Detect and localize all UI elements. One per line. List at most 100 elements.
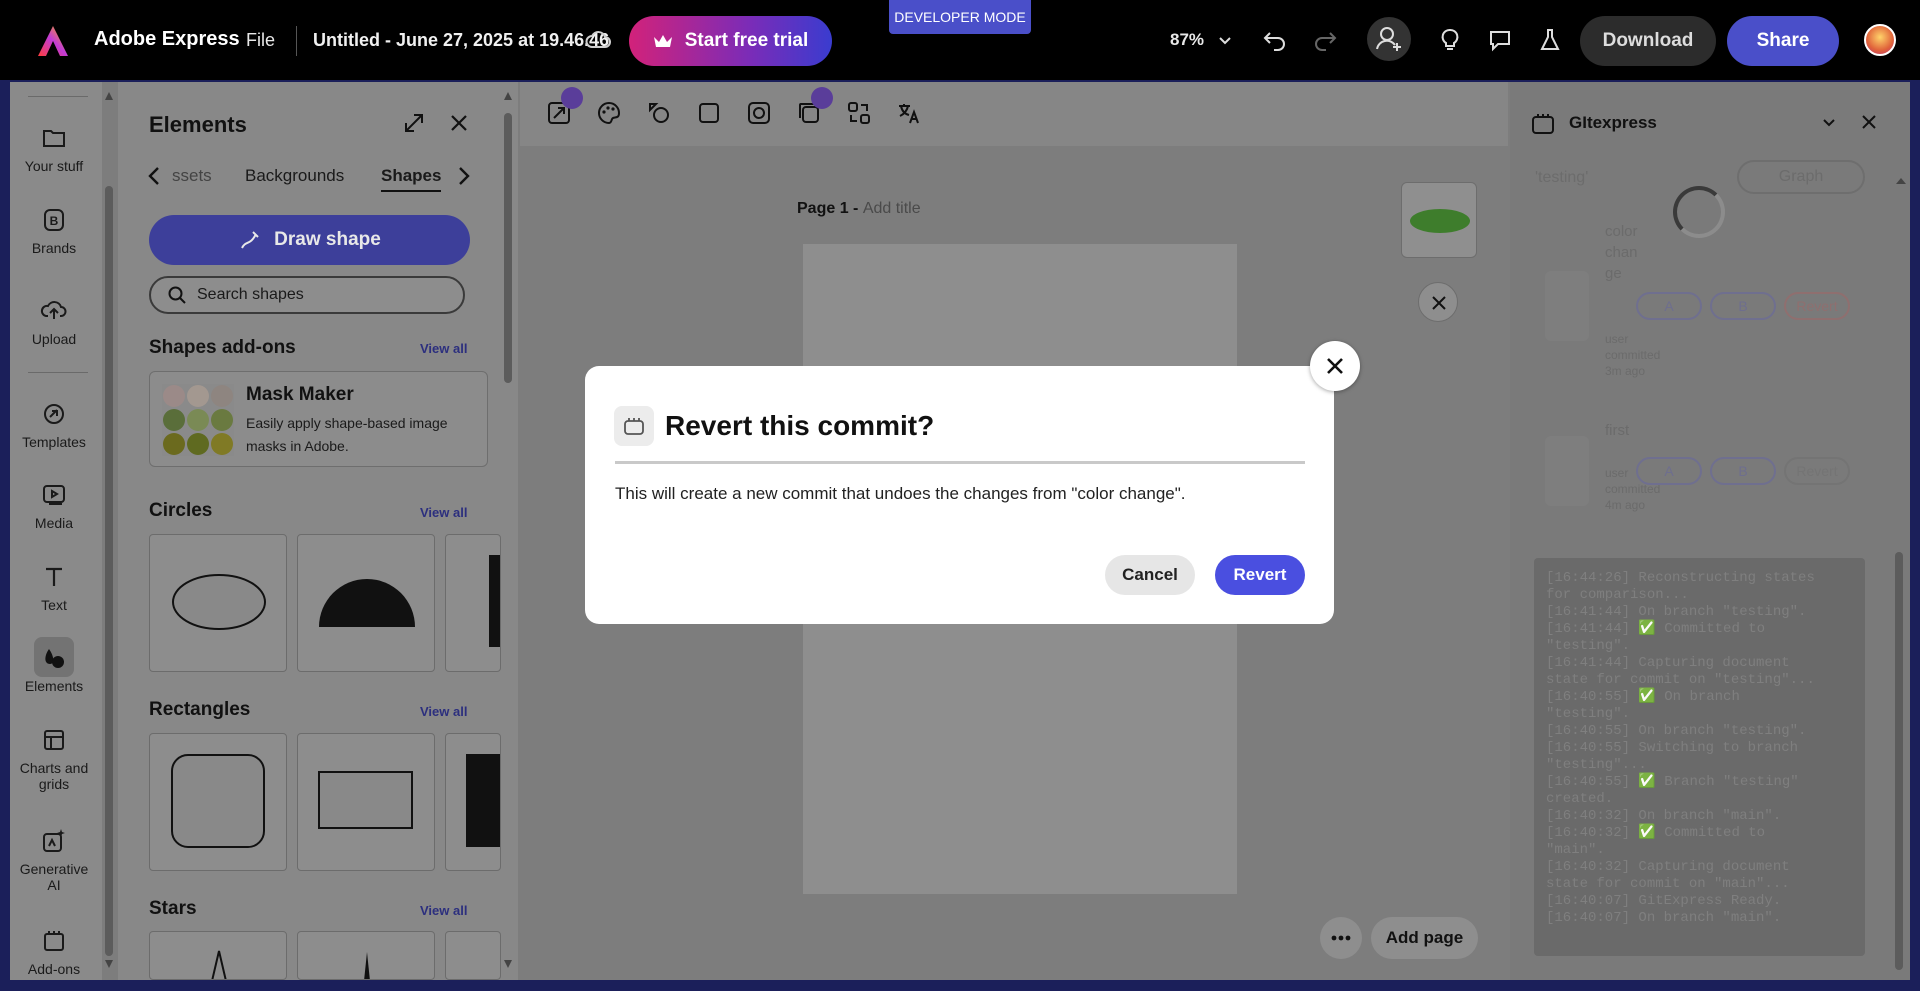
log-line: [16:40:32] On branch "main".: [1546, 808, 1782, 824]
activity-log: [16:44:26] Reconstructing states for com…: [1534, 558, 1865, 956]
start-free-trial-button[interactable]: Start free trial: [629, 16, 832, 66]
view-all-link[interactable]: View all: [420, 903, 467, 918]
scroll-up-icon[interactable]: [1895, 175, 1907, 187]
close-icon[interactable]: [1859, 112, 1879, 132]
rail-item-templates[interactable]: Templates: [10, 400, 98, 450]
compare-a-button[interactable]: A: [1636, 457, 1702, 485]
rectangle-shape-icon: [318, 771, 413, 829]
rail-item-charts-and-grids[interactable]: Charts and grids: [10, 726, 98, 792]
rail-label: Generative AI: [19, 861, 89, 893]
lightbulb-icon[interactable]: [1435, 25, 1465, 55]
compare-b-button[interactable]: B: [1710, 457, 1776, 485]
draw-shape-button[interactable]: Draw shape: [149, 215, 470, 265]
gitexpress-scrollbar-thumb[interactable]: [1895, 552, 1903, 970]
rail-scrollbar-thumb[interactable]: [105, 186, 113, 956]
shape-rounded-rectangle[interactable]: [149, 733, 287, 871]
loading-spinner: [1673, 186, 1725, 238]
palette-icon[interactable]: [596, 100, 622, 126]
view-all-link[interactable]: View all: [420, 341, 467, 356]
invite-button[interactable]: [1367, 17, 1411, 61]
log-line: [16:40:07] On branch "main".: [1546, 910, 1782, 926]
tab-assets[interactable]: ssets: [172, 166, 212, 186]
chevron-left-icon[interactable]: [146, 165, 162, 187]
upload-icon: [40, 301, 67, 319]
addon-card-mask-maker[interactable]: Mask Maker Easily apply shape-based imag…: [149, 371, 488, 467]
swap-icon[interactable]: [846, 100, 872, 126]
avatar[interactable]: [1864, 24, 1896, 56]
log-line: state for commit on "testing"...: [1546, 672, 1815, 688]
redo-icon[interactable]: [1310, 25, 1340, 55]
flask-icon[interactable]: [1535, 25, 1565, 55]
developer-mode-badge: DEVELOPER MODE: [889, 0, 1031, 34]
compare-a-button[interactable]: A: [1636, 292, 1702, 320]
selected-shape-thumbnail[interactable]: [1401, 182, 1477, 258]
chevron-down-icon[interactable]: [1218, 33, 1232, 47]
more-options-button[interactable]: [1320, 917, 1362, 959]
shape-partial[interactable]: [445, 733, 501, 871]
crown-icon: [653, 35, 672, 47]
rail-item-text[interactable]: Text: [10, 563, 98, 613]
compare-b-button[interactable]: B: [1710, 292, 1776, 320]
tab-shapes[interactable]: Shapes: [381, 166, 442, 192]
svg-text:B: B: [50, 214, 59, 228]
adobe-express-logo-icon[interactable]: [36, 24, 70, 58]
chevron-right-icon[interactable]: [456, 165, 472, 187]
cloud-icon[interactable]: [584, 28, 612, 52]
download-button[interactable]: Download: [1580, 16, 1716, 66]
shape-ellipse[interactable]: [149, 534, 287, 672]
view-all-link[interactable]: View all: [420, 704, 467, 719]
chevron-down-icon[interactable]: [1820, 114, 1838, 132]
addon-thumbnail: [162, 384, 234, 456]
tab-backgrounds[interactable]: Backgrounds: [245, 166, 344, 186]
rail-label: Your stuff: [24, 158, 84, 174]
elements-icon: [45, 649, 64, 668]
file-menu[interactable]: File: [246, 30, 275, 51]
shape-half-circle[interactable]: [297, 534, 435, 672]
ellipse-shape-icon: [172, 574, 266, 630]
revert-commit-button[interactable]: Revert: [1784, 457, 1850, 485]
panel-scrollbar-thumb[interactable]: [504, 113, 512, 383]
shapes-icon[interactable]: [646, 100, 672, 126]
rail-item-your-stuff[interactable]: Your stuff: [10, 124, 98, 174]
add-page-button[interactable]: Add page: [1371, 917, 1478, 959]
rail-item-addons[interactable]: Add-ons: [10, 927, 98, 977]
close-icon[interactable]: [448, 112, 470, 134]
dialog-divider: [615, 461, 1305, 464]
premium-crown-icon: [811, 87, 833, 109]
share-button[interactable]: Share: [1727, 16, 1839, 66]
translate-icon[interactable]: [896, 100, 922, 126]
rail-label: Upload: [31, 331, 77, 347]
comment-icon[interactable]: [1485, 25, 1515, 55]
document-title[interactable]: Untitled - June 27, 2025 at 19.46.46: [313, 30, 609, 51]
start-free-trial-label: Start free trial: [684, 30, 809, 51]
canvas-close-button[interactable]: [1418, 282, 1458, 322]
rounded-rectangle-shape-icon: [171, 754, 265, 848]
shape-star[interactable]: [149, 931, 287, 980]
rail-item-generative-ai[interactable]: Generative AI: [10, 827, 98, 893]
mask-icon[interactable]: [746, 100, 772, 126]
rail-item-upload[interactable]: Upload: [10, 297, 98, 347]
graph-button[interactable]: Graph: [1737, 160, 1865, 194]
revert-commit-button[interactable]: Revert: [1784, 292, 1850, 320]
zoom-level[interactable]: 87%: [1170, 30, 1204, 50]
shape-partial[interactable]: [445, 931, 501, 980]
app-name[interactable]: Adobe Express: [94, 28, 240, 51]
rail-item-elements[interactable]: Elements: [10, 644, 98, 694]
rail-item-brands[interactable]: B Brands: [10, 206, 98, 256]
square-icon[interactable]: [696, 100, 722, 126]
shape-star[interactable]: [297, 931, 435, 980]
cancel-button[interactable]: Cancel: [1105, 555, 1195, 595]
shape-rectangle[interactable]: [297, 733, 435, 871]
section-title-circles: Circles: [149, 500, 213, 521]
shape-partial[interactable]: [445, 534, 501, 672]
rail-item-media[interactable]: Media: [10, 481, 98, 531]
dialog-close-button[interactable]: [1310, 341, 1360, 391]
star-shape-icon: [211, 950, 227, 979]
revert-button[interactable]: Revert: [1215, 555, 1305, 595]
expand-icon[interactable]: [402, 111, 426, 135]
add-title-input[interactable]: Add title: [863, 200, 921, 217]
search-shapes-input[interactable]: Search shapes: [149, 276, 465, 314]
charts-icon: [44, 730, 64, 750]
view-all-link[interactable]: View all: [420, 505, 467, 520]
undo-icon[interactable]: [1260, 25, 1290, 55]
